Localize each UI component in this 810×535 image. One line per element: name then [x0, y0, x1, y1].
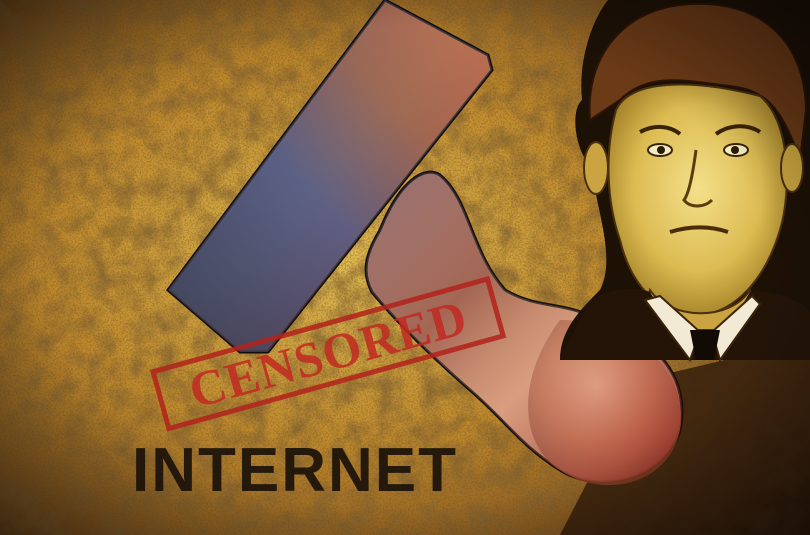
internet-caption: INTERNET — [132, 436, 458, 505]
scene: CENSORED INTERNET — [0, 0, 810, 535]
